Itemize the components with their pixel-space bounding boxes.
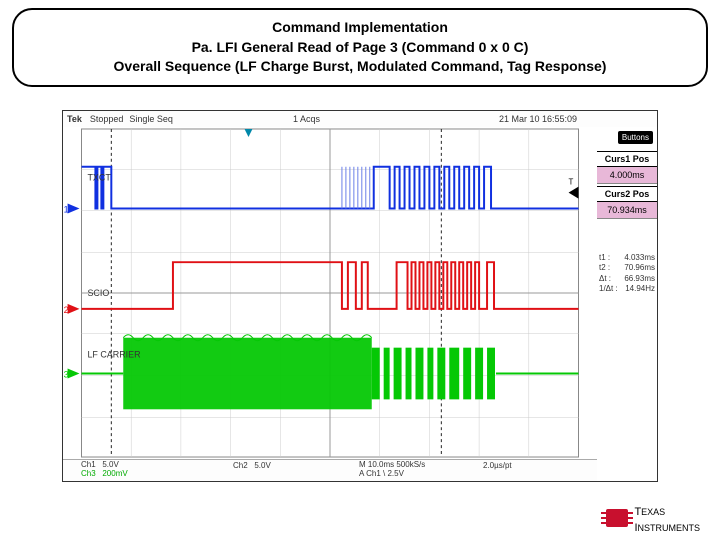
scope-status2: Single Seq bbox=[129, 114, 173, 124]
title-line3: Overall Sequence (LF Charge Burst, Modul… bbox=[26, 57, 694, 77]
scope-datetime: 21 Mar 10 16:55:09 bbox=[499, 114, 577, 124]
cursor-readout: t1 :4.033ms t2 :70.96ms Δt :66.93ms 1/Δt… bbox=[599, 253, 655, 295]
svg-text:1: 1 bbox=[64, 204, 69, 214]
svg-text:2: 2 bbox=[64, 305, 69, 315]
svg-text:T: T bbox=[569, 178, 574, 187]
svg-text:3: 3 bbox=[64, 369, 69, 379]
curs1-value[interactable]: 4.000ms bbox=[597, 167, 657, 184]
title-box: Command Implementation Pa. LFI General R… bbox=[12, 8, 708, 87]
scope-top-bar: Tek Stopped Single Seq 1 Acqs 21 Mar 10 … bbox=[63, 111, 657, 127]
curs2-label: Curs2 Pos bbox=[597, 186, 657, 202]
curs1-label: Curs1 Pos bbox=[597, 151, 657, 167]
lfcarrier-label: LF CARRIER bbox=[87, 350, 141, 360]
scio-label: SCIO bbox=[87, 288, 109, 298]
scope-plot-area: TXCT 1 SCIO 2 bbox=[63, 127, 597, 459]
ch-info: Ch1 5.0V Ch3 200mV bbox=[81, 461, 128, 479]
buttons-button[interactable]: Buttons bbox=[618, 131, 653, 144]
ti-chip-icon bbox=[606, 509, 628, 527]
timebase-info: M 10.0ms 500kS/s A Ch1 \ 2.5V bbox=[359, 461, 425, 479]
footer-logo: TEXAS INSTRUMENTS bbox=[606, 502, 700, 534]
trace-txct: TXCT 1 bbox=[64, 167, 579, 215]
title-line1: Command Implementation bbox=[26, 18, 694, 38]
scope-status1: Stopped bbox=[90, 114, 124, 124]
txct-label: TXCT bbox=[87, 173, 111, 183]
trace-lfcarrier: LF CARRIER 3 bbox=[64, 335, 579, 410]
trace-scio: SCIO 2 bbox=[64, 262, 579, 315]
ti-brand-text: TEXAS INSTRUMENTS bbox=[634, 502, 700, 534]
scope-brand: Tek bbox=[67, 114, 82, 124]
oscilloscope-screenshot: Tek Stopped Single Seq 1 Acqs 21 Mar 10 … bbox=[62, 110, 658, 482]
curs2-value[interactable]: 70.934ms bbox=[597, 202, 657, 219]
sample-rate: 2.0µs/pt bbox=[483, 461, 512, 470]
title-line2: Pa. LFI General Read of Page 3 (Command … bbox=[26, 38, 694, 58]
scope-sidebar: Buttons Curs1 Pos 4.000ms Curs2 Pos 70.9… bbox=[597, 127, 657, 481]
ch2-info: Ch2 5.0V bbox=[233, 461, 271, 470]
scope-acqs: 1 Acqs bbox=[293, 114, 320, 124]
waveform-svg: TXCT 1 SCIO 2 bbox=[63, 127, 597, 459]
scope-bottom-bar: Ch1 5.0V Ch3 200mV Ch2 5.0V M 10.0ms 500… bbox=[63, 459, 597, 481]
